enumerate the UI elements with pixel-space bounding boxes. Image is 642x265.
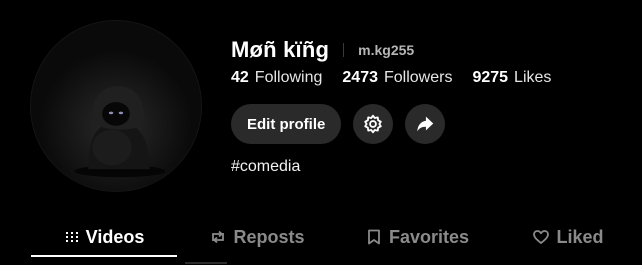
tab-underline-accent [185,262,227,264]
tab-videos[interactable]: Videos [31,218,177,256]
tab-reposts[interactable]: Reposts [195,218,319,256]
stat-likes-label: Likes [514,69,552,86]
tab-videos-label: Videos [85,226,145,247]
stat-followers[interactable]: 2473 Followers [342,69,452,87]
profile-bio[interactable]: #comedia [231,158,300,176]
edit-profile-button[interactable]: Edit profile [231,104,342,144]
display-name: Møñ kïñg [231,37,330,62]
stat-following-label: Following [254,69,323,86]
grid-bars-icon [64,229,80,245]
hooded-figure-image [31,21,201,191]
settings-button[interactable] [353,104,394,144]
stat-following[interactable]: 42 Following [231,69,322,87]
repost-icon [209,228,227,246]
stat-likes-value: 9275 [472,69,509,86]
share-arrow-icon [417,116,434,132]
profile-stats: 42 Following 2473 Followers 9275 Likes [231,69,571,87]
name-divider [343,43,345,57]
avatar[interactable] [30,20,202,192]
active-tab-indicator [31,255,177,257]
name-row: Møñ kïñg m.kg255 [231,36,414,64]
profile-page: Møñ kïñg m.kg255 42 Following 2473 Follo… [0,0,642,265]
tab-liked-label: Liked [556,226,604,247]
profile-actions: Edit profile [231,104,457,144]
tab-liked[interactable]: Liked [520,218,616,256]
stat-likes: 9275 Likes [472,69,551,87]
tab-favorites-label: Favorites [388,226,470,247]
stat-followers-value: 2473 [342,69,378,86]
heart-outline-icon [532,228,550,246]
username: m.kg255 [358,42,415,58]
share-button[interactable] [405,104,446,144]
tab-favorites[interactable]: Favorites [353,218,481,256]
gear-icon [364,114,383,134]
stat-followers-label: Followers [383,69,453,86]
tab-reposts-label: Reposts [233,226,305,247]
bookmark-icon [365,228,383,246]
stat-following-value: 42 [231,69,249,86]
profile-tabs: Videos Reposts Favorites Liked [0,218,642,265]
